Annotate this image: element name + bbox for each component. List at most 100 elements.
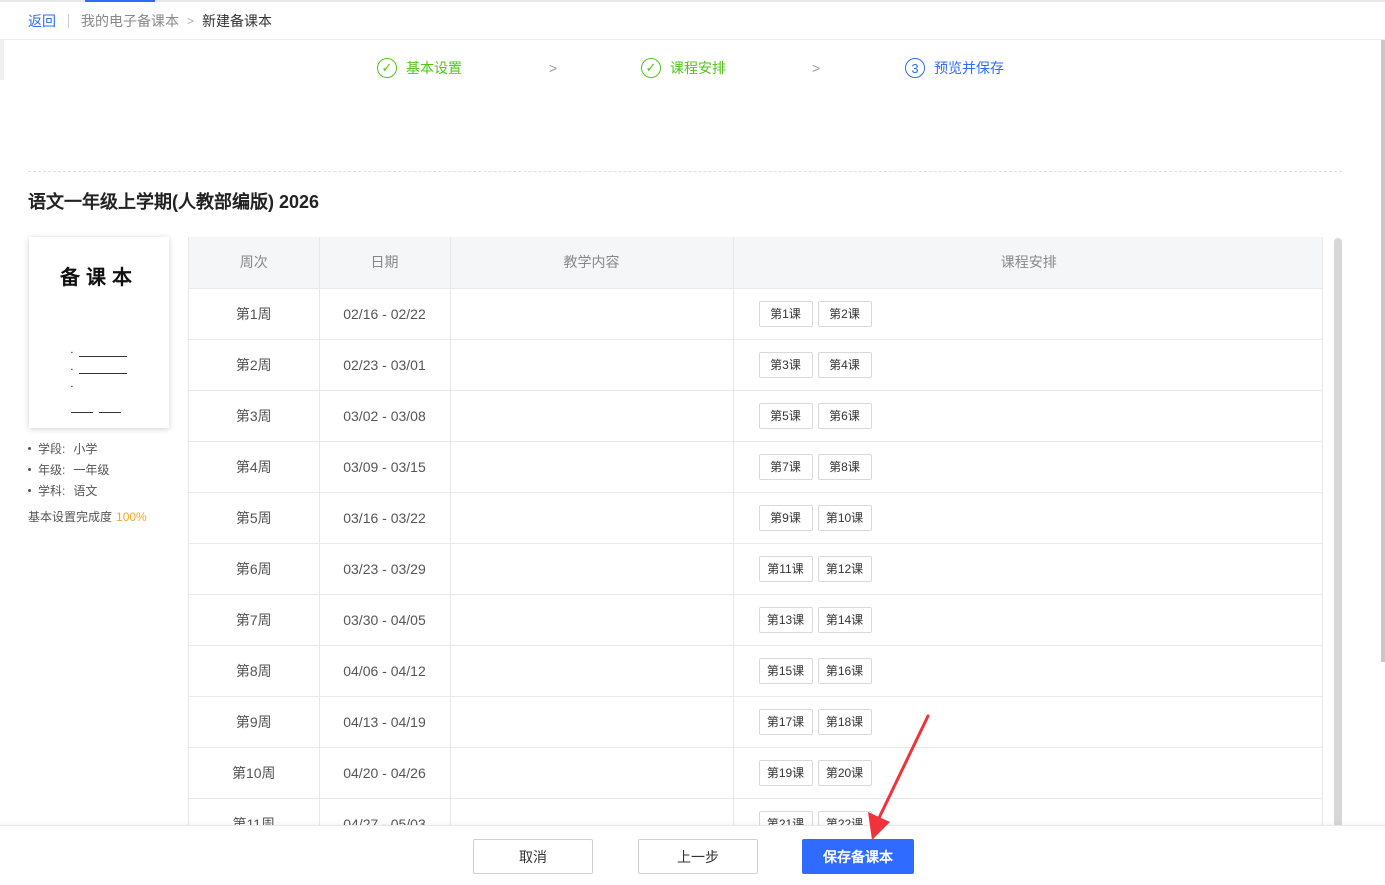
date-cell: 04/13 - 04/19 — [319, 696, 451, 748]
step-basic-settings: ✓ 基本设置 — [377, 58, 462, 78]
lessons-cell: 第15课 第16课 — [733, 645, 1322, 697]
lessons-cell: 第7课 第8课 — [733, 441, 1322, 493]
schedule-table-container[interactable]: 周次 日期 教学内容 课程安排 第1周 02/16 - 02/22 第1课 第2课 第2… — [188, 237, 1323, 827]
week-cell: 第3周 — [189, 390, 320, 442]
info-item-subject: 学科: 语文 — [28, 480, 109, 501]
content-cell — [450, 288, 734, 340]
cover-line — [79, 356, 127, 357]
table-row: 第1周 02/16 - 02/22 第1课 第2课 — [189, 288, 1322, 340]
table-row: 第7周 03/30 - 04/05 第13课 第14课 — [189, 594, 1322, 646]
table-row: 第3周 03/02 - 03/08 第5课 第6课 — [189, 390, 1322, 442]
book-info-list: 学段: 小学 年级: 一年级 学科: 语文 — [28, 438, 109, 501]
lessons-cell: 第21课 第22课 — [733, 798, 1322, 827]
lesson-button[interactable]: 第16课 — [817, 657, 872, 684]
check-circle-icon: ✓ — [377, 58, 397, 78]
table-row: 第8周 04/06 - 04/12 第15课 第16课 — [189, 645, 1322, 697]
date-cell: 02/23 - 03/01 — [319, 339, 451, 391]
page-scrollbar[interactable] — [1381, 40, 1385, 662]
lessons-cell: 第11课 第12课 — [733, 543, 1322, 595]
week-cell: 第7周 — [189, 594, 320, 646]
week-cell: 第11周 — [189, 798, 320, 827]
lesson-button[interactable]: 第2课 — [817, 300, 872, 327]
table-scrollbar[interactable] — [1334, 238, 1342, 828]
lesson-button[interactable]: 第9课 — [758, 504, 813, 531]
content-cell — [450, 747, 734, 799]
column-header-week: 周次 — [189, 237, 320, 289]
lesson-button[interactable]: 第12课 — [817, 555, 872, 582]
lesson-button[interactable]: 第11课 — [758, 555, 813, 582]
lesson-button[interactable]: 第19课 — [758, 759, 813, 786]
cover-line — [99, 412, 121, 413]
date-cell: 03/09 - 03/15 — [319, 441, 451, 493]
divider — [28, 171, 1342, 172]
lessons-cell: 第1课 第2课 — [733, 288, 1322, 340]
step-indicator: ✓ 基本设置 > ✓ 课程安排 > 3 预览并保存 — [0, 58, 1385, 84]
content-cell — [450, 339, 734, 391]
content-cell — [450, 696, 734, 748]
week-cell: 第5周 — [189, 492, 320, 544]
page: 返回 我的电子备课本 > 新建备课本 ✓ 基本设置 > ✓ 课程安排 > 3 预… — [0, 0, 1385, 885]
content-cell — [450, 492, 734, 544]
lesson-button[interactable]: 第10课 — [817, 504, 872, 531]
table-row: 第6周 03/23 - 03/29 第11课 第12课 — [189, 543, 1322, 595]
step-course-schedule: ✓ 课程安排 — [641, 58, 726, 78]
date-cell: 04/06 - 04/12 — [319, 645, 451, 697]
content-cell — [450, 441, 734, 493]
week-cell: 第9周 — [189, 696, 320, 748]
save-notebook-button[interactable]: 保存备课本 — [802, 839, 914, 874]
lesson-button[interactable]: 第13课 — [758, 606, 813, 633]
breadcrumb-parent-link[interactable]: 我的电子备课本 — [81, 11, 179, 31]
completion-percent: 100% — [116, 510, 147, 524]
lessons-cell: 第19课 第20课 — [733, 747, 1322, 799]
date-cell: 03/23 - 03/29 — [319, 543, 451, 595]
lesson-button[interactable]: 第8课 — [817, 453, 872, 480]
table-header-row: 周次 日期 教学内容 课程安排 — [189, 237, 1322, 289]
lesson-button[interactable]: 第15课 — [758, 657, 813, 684]
lessons-cell: 第5课 第6课 — [733, 390, 1322, 442]
column-header-date: 日期 — [319, 237, 451, 289]
content-cell — [450, 594, 734, 646]
column-header-content: 教学内容 — [450, 237, 734, 289]
schedule-table: 周次 日期 教学内容 课程安排 第1周 02/16 - 02/22 第1课 第2课 第2… — [189, 237, 1322, 827]
info-item-grade: 年级: 一年级 — [28, 459, 109, 480]
lesson-button[interactable]: 第5课 — [758, 402, 813, 429]
lessons-cell: 第9课 第10课 — [733, 492, 1322, 544]
lesson-button[interactable]: 第1课 — [758, 300, 813, 327]
lesson-button[interactable]: 第6课 — [817, 402, 872, 429]
chevron-right-icon: > — [812, 60, 821, 76]
footer-action-bar: 取消 上一步 保存备课本 — [0, 825, 1385, 885]
lesson-button[interactable]: 第17课 — [758, 708, 813, 735]
back-link[interactable]: 返回 — [28, 11, 56, 31]
lesson-button[interactable]: 第7课 — [758, 453, 813, 480]
bullet-icon — [28, 468, 31, 471]
cancel-button[interactable]: 取消 — [473, 839, 593, 874]
step-preview-save: 3 预览并保存 — [905, 58, 1004, 78]
cover-line — [79, 373, 127, 374]
table-row: 第4周 03/09 - 03/15 第7课 第8课 — [189, 441, 1322, 493]
table-row: 第11周 04/27 - 05/03 第21课 第22课 — [189, 798, 1322, 827]
step-number-icon: 3 — [905, 58, 925, 78]
step-label: 课程安排 — [670, 60, 726, 76]
content-cell — [450, 543, 734, 595]
cover-field-mark: ▪ — [71, 384, 73, 390]
previous-step-button[interactable]: 上一步 — [638, 839, 758, 874]
week-cell: 第10周 — [189, 747, 320, 799]
week-cell: 第1周 — [189, 288, 320, 340]
cover-title: 备课本 — [60, 265, 138, 289]
date-cell: 03/16 - 03/22 — [319, 492, 451, 544]
lesson-button[interactable]: 第4课 — [817, 351, 872, 378]
table-row: 第2周 02/23 - 03/01 第3课 第4课 — [189, 339, 1322, 391]
week-cell: 第6周 — [189, 543, 320, 595]
week-cell: 第4周 — [189, 441, 320, 493]
date-cell: 04/20 - 04/26 — [319, 747, 451, 799]
lessons-cell: 第17课 第18课 — [733, 696, 1322, 748]
step-label: 基本设置 — [406, 60, 462, 76]
lesson-button[interactable]: 第14课 — [817, 606, 872, 633]
check-circle-icon: ✓ — [641, 58, 661, 78]
date-cell: 04/27 - 05/03 — [319, 798, 451, 827]
cover-line — [71, 412, 93, 413]
content-cell — [450, 645, 734, 697]
table-row: 第9周 04/13 - 04/19 第17课 第18课 — [189, 696, 1322, 748]
cover-field-mark: ▪ — [71, 350, 73, 356]
lesson-button[interactable]: 第3课 — [758, 351, 813, 378]
